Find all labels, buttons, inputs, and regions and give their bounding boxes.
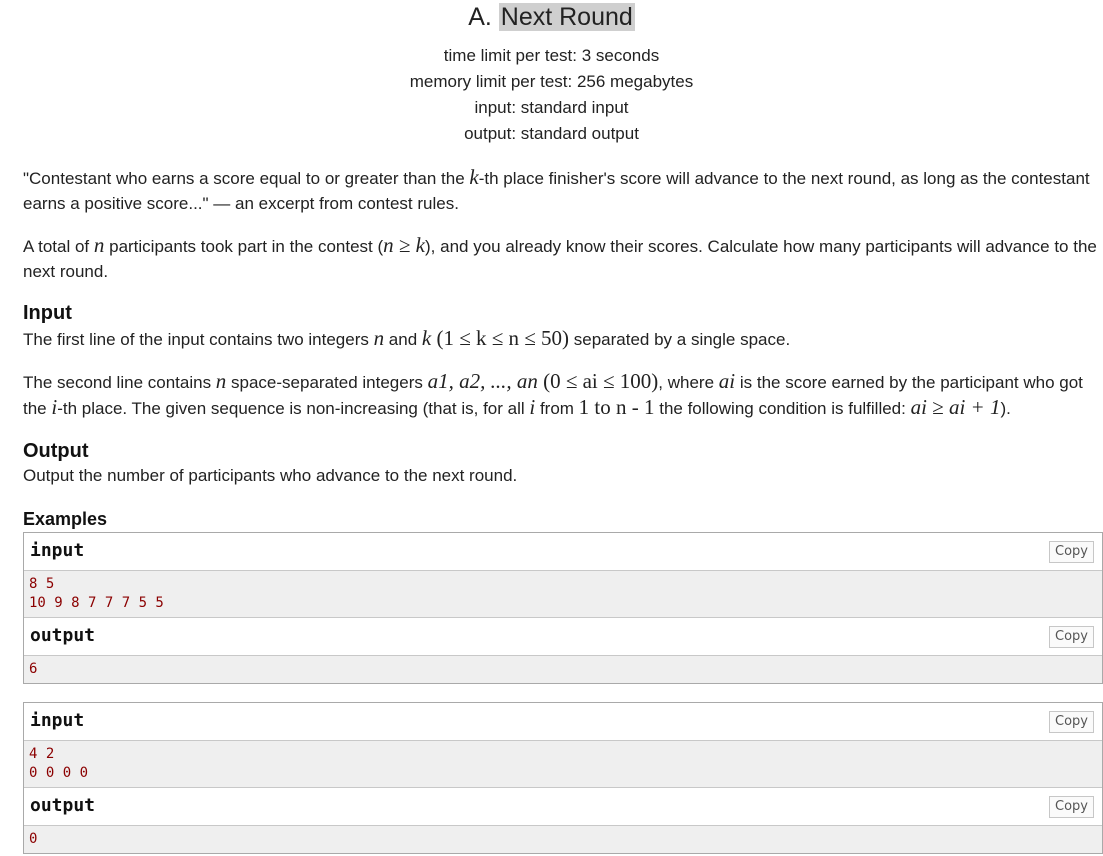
example-1-output-header: output Copy xyxy=(24,618,1102,656)
example-1: input Copy 8 5 10 9 8 7 7 7 5 5 output C… xyxy=(23,532,1103,684)
problem-title: A. Next Round xyxy=(0,0,1103,34)
example-2: input Copy 4 2 0 0 0 0 output Copy 0 xyxy=(23,702,1103,854)
example-1-output: 6 xyxy=(24,656,1102,683)
input-line-1: The first line of the input contains two… xyxy=(23,326,791,350)
copy-button[interactable]: Copy xyxy=(1049,626,1094,648)
examples-title: Examples xyxy=(23,509,108,529)
input-line: 8 5 xyxy=(29,576,55,592)
copy-button[interactable]: Copy xyxy=(1049,796,1094,818)
output-source: output: standard output xyxy=(464,124,639,143)
input-line: 10 9 8 7 7 7 5 5 xyxy=(29,595,164,611)
output-description: Output the number of participants who ad… xyxy=(23,466,518,485)
output-label: output xyxy=(30,795,96,816)
output-section-title: Output xyxy=(23,440,89,462)
example-1-input-header: input Copy xyxy=(24,533,1102,571)
output-label: output xyxy=(30,625,96,646)
example-2-input-header: input Copy xyxy=(24,703,1102,741)
output-line: 0 xyxy=(29,831,38,847)
memory-limit: memory limit per test: 256 megabytes xyxy=(409,72,694,91)
time-limit: time limit per test: 3 seconds xyxy=(443,46,660,65)
example-2-output: 0 xyxy=(24,826,1102,853)
example-2-input: 4 2 0 0 0 0 xyxy=(24,741,1102,788)
problem-index: A. xyxy=(468,3,492,31)
statement-paragraph-1: "Contestant who earns a score equal to o… xyxy=(23,165,1090,213)
input-line: 4 2 xyxy=(29,746,55,762)
input-label: input xyxy=(30,710,85,731)
output-line: 6 xyxy=(29,661,38,677)
input-section-title: Input xyxy=(23,302,72,324)
input-label: input xyxy=(30,540,85,561)
copy-button[interactable]: Copy xyxy=(1049,541,1094,563)
copy-button[interactable]: Copy xyxy=(1049,711,1094,733)
input-line-2: The second line contains n space-separat… xyxy=(23,369,1083,419)
example-1-input: 8 5 10 9 8 7 7 7 5 5 xyxy=(24,571,1102,618)
statement-paragraph-2: A total of n participants took part in t… xyxy=(23,233,1097,281)
example-2-output-header: output Copy xyxy=(24,788,1102,826)
input-line: 0 0 0 0 xyxy=(29,765,89,781)
problem-name: Next Round xyxy=(498,3,635,31)
input-source: input: standard input xyxy=(474,98,629,117)
